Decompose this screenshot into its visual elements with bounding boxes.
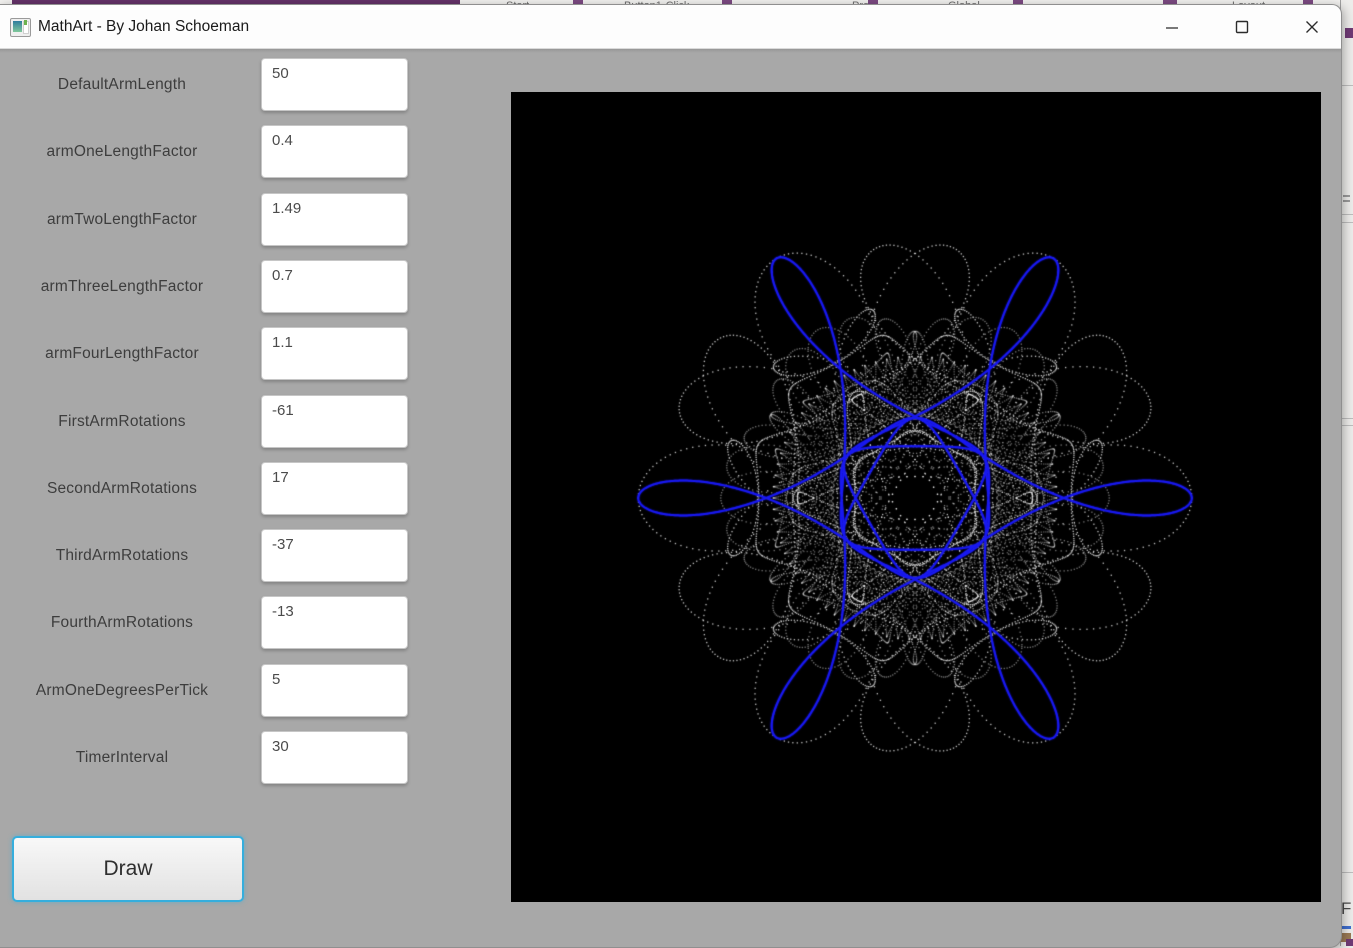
parameter-row: armOneLengthFactor — [0, 125, 420, 178]
parameter-label: armFourLengthFactor — [45, 344, 199, 362]
draw-button[interactable]: Draw — [12, 836, 244, 902]
titlebar: MathArt - By Johan Schoeman — [0, 5, 1341, 53]
parameter-row: ArmOneDegreesPerTick — [0, 664, 420, 717]
maximize-icon — [1235, 20, 1249, 33]
parameter-input[interactable] — [261, 664, 408, 717]
parameter-label: armTwoLengthFactor — [46, 210, 198, 228]
app-window: MathArt - By Johan Schoeman DefaultArmLe… — [0, 4, 1342, 948]
parameter-row: armFourLengthFactor — [0, 327, 420, 380]
parameter-row: TimerInterval — [0, 731, 420, 784]
close-button[interactable] — [1289, 5, 1335, 48]
parameter-input[interactable] — [261, 327, 408, 380]
parameter-input[interactable] — [261, 395, 408, 448]
math-art-canvas — [511, 92, 1321, 902]
parameter-label: armThreeLengthFactor — [40, 277, 204, 295]
parameter-row: armTwoLengthFactor — [0, 193, 420, 246]
app-icon — [10, 18, 31, 37]
parameter-input[interactable] — [261, 125, 408, 178]
parameter-input[interactable] — [261, 529, 408, 582]
background-window-accent — [1346, 939, 1353, 946]
parameter-row: FirstArmRotations — [0, 395, 420, 448]
parameter-input[interactable] — [261, 731, 408, 784]
parameter-row: ThirdArmRotations — [0, 529, 420, 582]
background-partial-letter: F — [1341, 899, 1352, 918]
parameter-label: ArmOneDegreesPerTick — [35, 681, 209, 699]
parameter-row: armThreeLengthFactor — [0, 260, 420, 313]
background-window-accent — [1341, 926, 1351, 929]
minimize-icon — [1166, 26, 1178, 29]
parameter-label: FirstArmRotations — [58, 412, 186, 430]
parameter-row: SecondArmRotations — [0, 462, 420, 515]
parameter-input[interactable] — [261, 193, 408, 246]
parameter-input[interactable] — [261, 58, 408, 111]
background-window-mark — [1345, 28, 1353, 38]
parameter-input[interactable] — [261, 596, 408, 649]
desktop: { "window": { "title": "MathArt - By Joh… — [0, 0, 1353, 948]
parameter-label: armOneLengthFactor — [46, 142, 198, 160]
parameter-input[interactable] — [261, 462, 408, 515]
parameter-label: TimerInterval — [75, 748, 169, 766]
parameter-label: FourthArmRotations — [50, 613, 194, 631]
parameter-row: FourthArmRotations — [0, 596, 420, 649]
minimize-button[interactable] — [1149, 5, 1195, 48]
window-title: MathArt - By Johan Schoeman — [38, 18, 250, 35]
maximize-button[interactable] — [1219, 5, 1265, 48]
parameter-label: ThirdArmRotations — [55, 546, 189, 564]
parameter-input[interactable] — [261, 260, 408, 313]
parameter-label: DefaultArmLength — [57, 75, 187, 93]
parameter-row: DefaultArmLength — [0, 58, 420, 111]
parameter-label: SecondArmRotations — [46, 479, 198, 497]
close-icon — [1306, 20, 1318, 33]
